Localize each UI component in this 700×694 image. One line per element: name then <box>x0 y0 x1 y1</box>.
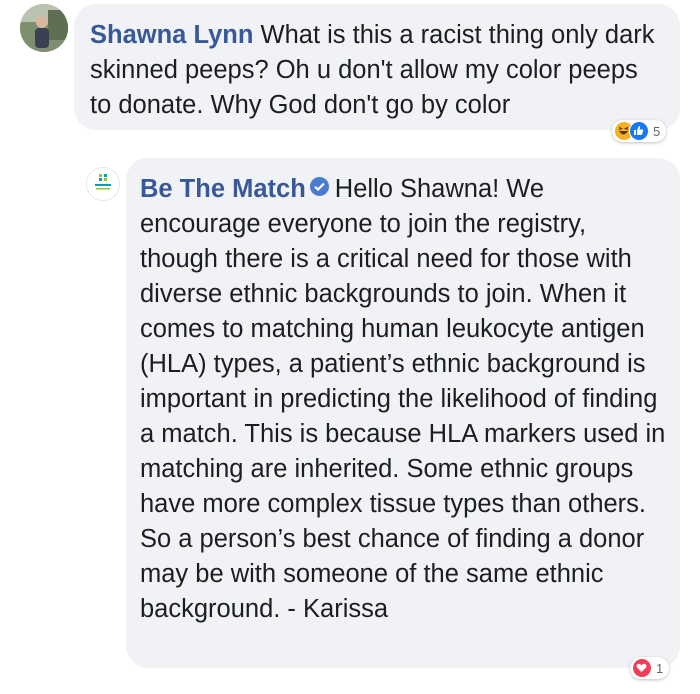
comment-reactions[interactable]: 5 <box>612 120 667 142</box>
love-icon <box>632 658 652 678</box>
comment-body: Shawna Lynn What is this a racist thing … <box>90 18 666 123</box>
comment-reaction-count: 5 <box>653 123 661 139</box>
reply-reactions[interactable]: 1 <box>630 657 670 679</box>
like-icon <box>629 121 649 141</box>
reply-text: Hello Shawna! We encourage everyone to j… <box>140 175 666 623</box>
page-avatar[interactable] <box>86 167 120 201</box>
reply-reaction-count: 1 <box>656 660 664 676</box>
reply-author[interactable]: Be The Match <box>140 175 306 203</box>
commenter-avatar[interactable] <box>20 4 68 52</box>
comment-author[interactable]: Shawna Lynn <box>90 21 253 49</box>
verified-badge-icon <box>309 177 329 196</box>
reply-body: Be The Match Hello Shawna! We encourage e… <box>140 172 668 627</box>
reply-bubble: Be The Match Hello Shawna! We encourage e… <box>126 158 680 668</box>
comment-bubble: Shawna Lynn What is this a racist thing … <box>74 4 680 130</box>
